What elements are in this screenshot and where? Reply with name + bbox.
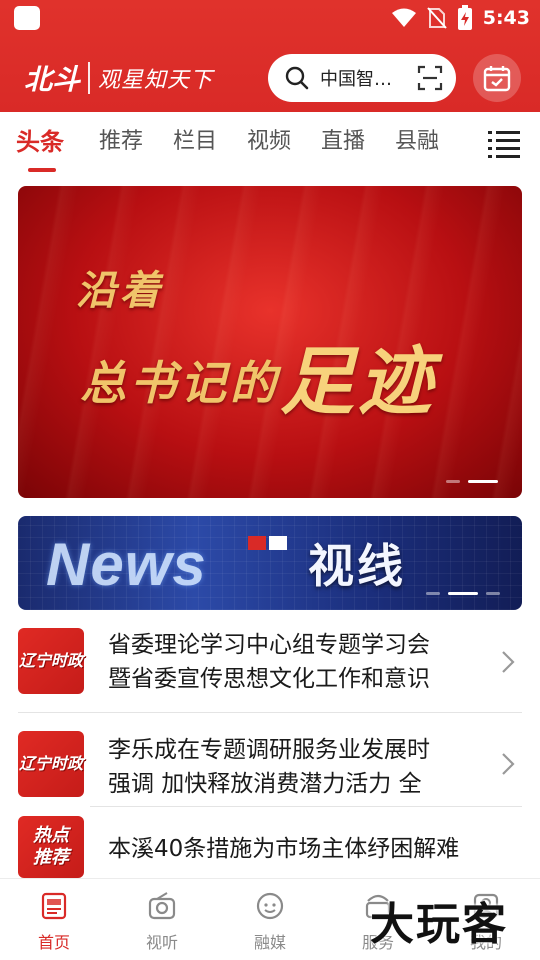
list-item[interactable]: 热点 推荐 本溪40条措施为市场主体纾困解难 (18, 816, 522, 878)
chevron-right-icon (502, 753, 515, 775)
calendar-check-icon (483, 66, 511, 92)
banner-title-emphasis: 足迹 (280, 339, 436, 425)
nav-label: 视听 (145, 933, 178, 952)
news-title: 本溪40条措施为市场主体纾困解难 (108, 836, 460, 862)
clock-time: 5:43 (482, 7, 530, 29)
banner-title-line1: 沿着 (76, 267, 164, 314)
header: 5:43 北斗 观星知天下 中国智… (0, 0, 540, 112)
news-thumbnail: 辽宁时政 (18, 628, 84, 694)
nav-home[interactable]: 首页 (14, 891, 94, 953)
status-icons: 5:43 (391, 4, 530, 32)
news-title: 李乐成在专题调研服务业发展时 强调 加快释放消费潜力活力 全 (108, 737, 430, 797)
news-thumbnail: 辽宁时政 (18, 731, 84, 797)
news-banner[interactable]: News 视线 (18, 516, 522, 610)
banner-title-line2: 总书记的足迹 (80, 314, 436, 425)
tab-live[interactable]: 直播 (321, 126, 365, 158)
nav-audio-video[interactable]: 视听 (122, 891, 202, 953)
pager-dot (446, 480, 460, 483)
tab-video[interactable]: 视频 (247, 126, 291, 158)
search-input[interactable]: 中国智… (320, 65, 416, 91)
list-menu-icon[interactable] (488, 128, 520, 158)
logo-slogan: 观星知天下 (98, 68, 214, 93)
banner2-logo (248, 536, 288, 550)
scan-icon[interactable] (416, 64, 444, 92)
chat-face-icon (256, 892, 284, 920)
watermark: 大玩客 (370, 899, 508, 950)
banner2-pager (426, 592, 500, 595)
wifi-icon (391, 8, 416, 27)
home-news-icon (41, 892, 67, 920)
search-bar[interactable]: 中国智… (268, 54, 456, 102)
no-sim-icon (426, 7, 447, 29)
active-tab-indicator (28, 168, 56, 172)
nav-media[interactable]: 融媒 (230, 891, 310, 953)
thumbnail-label: 辽宁时政 (18, 754, 83, 773)
category-tabs: 头条 推荐 栏目 视频 直播 县融 (0, 112, 540, 176)
radio-icon (148, 892, 176, 920)
search-icon (285, 66, 309, 90)
banner2-title: 视线 (308, 539, 406, 593)
nav-label: 首页 (37, 933, 70, 952)
status-bar: 5:43 (0, 0, 540, 36)
nav-label: 融媒 (253, 933, 286, 952)
app-logo[interactable]: 北斗 观星知天下 (24, 58, 213, 98)
list-divider (18, 712, 522, 713)
hero-banner[interactable]: 沿着 总书记的足迹 (18, 186, 522, 498)
list-item[interactable]: 辽宁时政 省委理论学习中心组专题学习会 暨省委宣传思想文化工作和意识 (18, 628, 522, 712)
tab-columns[interactable]: 栏目 (173, 126, 217, 158)
list-item[interactable]: 辽宁时政 李乐成在专题调研服务业发展时 强调 加快释放消费潜力活力 全 (18, 731, 522, 807)
pager-dot (426, 592, 440, 595)
pager-dot-active (468, 480, 498, 483)
thumbnail-label: 热点 推荐 (33, 825, 69, 868)
news-title: 省委理论学习中心组专题学习会 暨省委宣传思想文化工作和意识 (108, 632, 430, 692)
banner-pager (446, 480, 498, 483)
thumbnail-label: 辽宁时政 (18, 651, 83, 670)
logo-divider (88, 62, 91, 94)
news-thumbnail: 热点 推荐 (18, 816, 84, 878)
banner2-news-text: News (46, 531, 207, 598)
app-square-icon (14, 6, 40, 30)
battery-charging-icon (457, 5, 472, 30)
tab-headlines[interactable]: 头条 (16, 126, 64, 158)
list-divider (90, 806, 522, 807)
logo-name: 北斗 (24, 63, 81, 96)
chevron-right-icon (502, 651, 515, 673)
app-root: 5:43 北斗 观星知天下 中国智… 头条 推荐 栏目 视频 直播 县融 沿着 … (0, 0, 540, 960)
tab-recommend[interactable]: 推荐 (99, 126, 143, 158)
tab-county[interactable]: 县融 (395, 126, 439, 158)
pager-dot (486, 592, 500, 595)
calendar-button[interactable] (473, 54, 521, 102)
banner-title-text: 总书记的 (80, 356, 280, 410)
pager-dot-active (448, 592, 478, 595)
